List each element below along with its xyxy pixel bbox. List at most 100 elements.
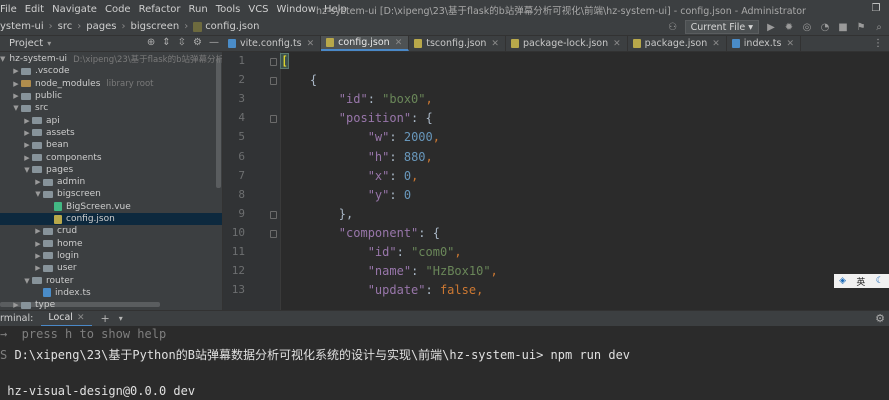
chevron-right-icon[interactable]: ▶ xyxy=(22,141,32,149)
profile-icon[interactable]: ◔ xyxy=(819,22,831,33)
close-icon[interactable]: ✕ xyxy=(712,39,720,49)
close-icon[interactable]: ✕ xyxy=(77,313,85,323)
coverage-icon[interactable]: ◎ xyxy=(801,22,813,33)
tree-item[interactable]: ▶ api xyxy=(0,115,222,127)
chevron-right-icon[interactable]: ▶ xyxy=(11,67,21,75)
menu-item[interactable]: Run xyxy=(185,4,212,15)
project-panel-title[interactable]: Project xyxy=(0,38,43,49)
breadcrumb-item[interactable]: bigscreen xyxy=(130,21,179,32)
gear-icon[interactable]: ⚙ xyxy=(875,312,885,325)
chevron-right-icon[interactable]: ▶ xyxy=(22,154,32,162)
tree-item[interactable]: ▶ type xyxy=(0,299,222,310)
chevron-down-icon[interactable]: ▼ xyxy=(0,55,5,63)
chevron-down-icon[interactable]: ▼ xyxy=(22,166,32,174)
close-icon[interactable]: ✕ xyxy=(307,39,315,49)
breadcrumb-item[interactable]: config.json xyxy=(193,21,259,32)
tree-item[interactable]: config.json xyxy=(0,212,222,226)
chevron-right-icon[interactable]: ▶ xyxy=(33,240,43,248)
tree-item[interactable]: ▼ src xyxy=(0,102,222,114)
editor-tab[interactable]: package-lock.json ✕ xyxy=(506,36,628,51)
chevron-down-icon[interactable]: ▼ xyxy=(22,277,32,285)
breadcrumb-item[interactable]: src xyxy=(58,21,73,32)
close-icon[interactable]: ✕ xyxy=(786,39,794,49)
menu-item[interactable]: Window xyxy=(273,4,320,15)
run-config-select[interactable]: Current File ▾ xyxy=(684,20,759,34)
locate-icon[interactable]: ⊕ xyxy=(147,37,155,48)
tree-item[interactable]: ▼ hz-system-ui D:\xipeng\23\基于flask的b站弹幕分析… xyxy=(0,53,222,65)
tree-item[interactable]: ▼ router xyxy=(0,274,222,286)
user-icon[interactable]: ⚇ xyxy=(667,22,679,33)
editor-tab[interactable]: config.json ✕ xyxy=(321,36,410,51)
tree-item[interactable]: index.ts xyxy=(0,287,222,299)
close-icon[interactable]: ✕ xyxy=(395,38,403,48)
fold-marker-icon[interactable] xyxy=(270,229,277,238)
tree-item[interactable]: ▼ bigscreen xyxy=(0,188,222,200)
tree-item[interactable]: ▶ node_modules library root xyxy=(0,78,222,90)
ime-toolbar[interactable]: ◈ 英 ☾ xyxy=(834,274,889,288)
chevron-down-icon[interactable]: ▼ xyxy=(33,190,43,198)
tree-item[interactable]: ▶ components xyxy=(0,151,222,163)
more-tabs-icon[interactable]: ⋮ xyxy=(873,38,883,49)
chevron-right-icon[interactable]: ▶ xyxy=(22,129,32,137)
tree-item[interactable]: ▶ assets xyxy=(0,127,222,139)
editor-tab[interactable]: index.ts ✕ xyxy=(727,36,802,51)
close-icon[interactable]: ✕ xyxy=(491,39,499,49)
menu-item[interactable]: Code xyxy=(101,4,135,15)
tree-item[interactable]: ▶ home xyxy=(0,238,222,250)
chevron-right-icon[interactable]: ▶ xyxy=(22,117,32,125)
code-token: : xyxy=(389,149,404,164)
fold-marker-icon[interactable] xyxy=(270,115,277,124)
stop-icon[interactable]: ■ xyxy=(837,22,849,33)
tree-item[interactable]: ▶ public xyxy=(0,90,222,102)
hide-icon[interactable]: — xyxy=(209,37,219,48)
menu-item[interactable]: Edit xyxy=(21,4,48,15)
chevron-right-icon[interactable]: ▶ xyxy=(33,227,43,235)
window-restore-icon[interactable]: ❐ xyxy=(869,2,883,16)
tree-item[interactable]: ▶ bean xyxy=(0,139,222,151)
terminal-tab-local[interactable]: Local ✕ xyxy=(41,311,92,327)
chevron-right-icon[interactable]: ▶ xyxy=(11,80,21,88)
menu-item[interactable]: Refactor xyxy=(135,4,185,15)
breadcrumb-item[interactable]: ystem-ui xyxy=(0,21,44,32)
collapse-all-icon[interactable]: ⇕ xyxy=(162,37,170,48)
editor-tab[interactable]: vite.config.ts ✕ xyxy=(223,36,322,51)
close-icon[interactable]: ✕ xyxy=(613,39,621,49)
tree-item[interactable]: ▶ user xyxy=(0,262,222,274)
gear-icon[interactable]: ⚙ xyxy=(193,37,202,48)
chevron-right-icon[interactable]: ▶ xyxy=(33,178,43,186)
code-token: "box0" xyxy=(382,92,426,107)
fold-marker-icon[interactable] xyxy=(270,210,277,219)
tree-item[interactable]: ▶ login xyxy=(0,250,222,262)
debug-icon[interactable]: ✹ xyxy=(783,22,795,33)
code-editor[interactable]: 1 2 3 4 5 6 7 8 9 10 11 12 13 [ { "id": "box0", "pos… xyxy=(223,52,889,310)
tree-item[interactable]: ▶ .vscode xyxy=(0,65,222,77)
chevron-down-icon[interactable]: ▼ xyxy=(11,104,21,112)
search-icon[interactable]: ⌕ xyxy=(873,22,885,33)
menu-item[interactable]: VCS xyxy=(244,4,272,15)
menu-item[interactable]: Tools xyxy=(212,4,245,15)
editor-tab[interactable]: tsconfig.json ✕ xyxy=(409,36,506,51)
tree-item[interactable]: BigScreen.vue xyxy=(0,201,222,213)
chevron-down-icon[interactable]: ▾ xyxy=(119,314,123,323)
tree-item[interactable]: ▼ pages xyxy=(0,164,222,176)
add-terminal-icon[interactable]: + xyxy=(101,312,110,325)
editor-tab[interactable]: package.json ✕ xyxy=(628,36,727,51)
fold-marker-icon[interactable] xyxy=(270,58,277,66)
breadcrumb-item[interactable]: pages xyxy=(86,21,116,32)
vcs-icon[interactable]: ⚑ xyxy=(855,22,867,33)
chevron-down-icon[interactable]: ▾ xyxy=(47,39,51,48)
code-token: { xyxy=(281,73,318,88)
chevron-right-icon[interactable]: ▶ xyxy=(11,301,21,309)
chevron-right-icon[interactable]: ▶ xyxy=(33,264,43,272)
tree-item[interactable]: ▶ admin xyxy=(0,176,222,188)
terminal-output[interactable]: → press h to show help S D:\xipeng\23\基于P… xyxy=(0,326,889,400)
run-icon[interactable]: ▶ xyxy=(765,22,777,33)
expand-all-icon[interactable]: ⇳ xyxy=(178,37,186,48)
code-token: "x" xyxy=(367,168,390,183)
fold-marker-icon[interactable] xyxy=(270,77,277,86)
menu-item[interactable]: File xyxy=(0,4,21,15)
tree-item[interactable]: ▶ crud xyxy=(0,225,222,237)
chevron-right-icon[interactable]: ▶ xyxy=(11,92,21,100)
chevron-right-icon[interactable]: ▶ xyxy=(33,252,43,260)
menu-item[interactable]: Navigate xyxy=(48,4,101,15)
